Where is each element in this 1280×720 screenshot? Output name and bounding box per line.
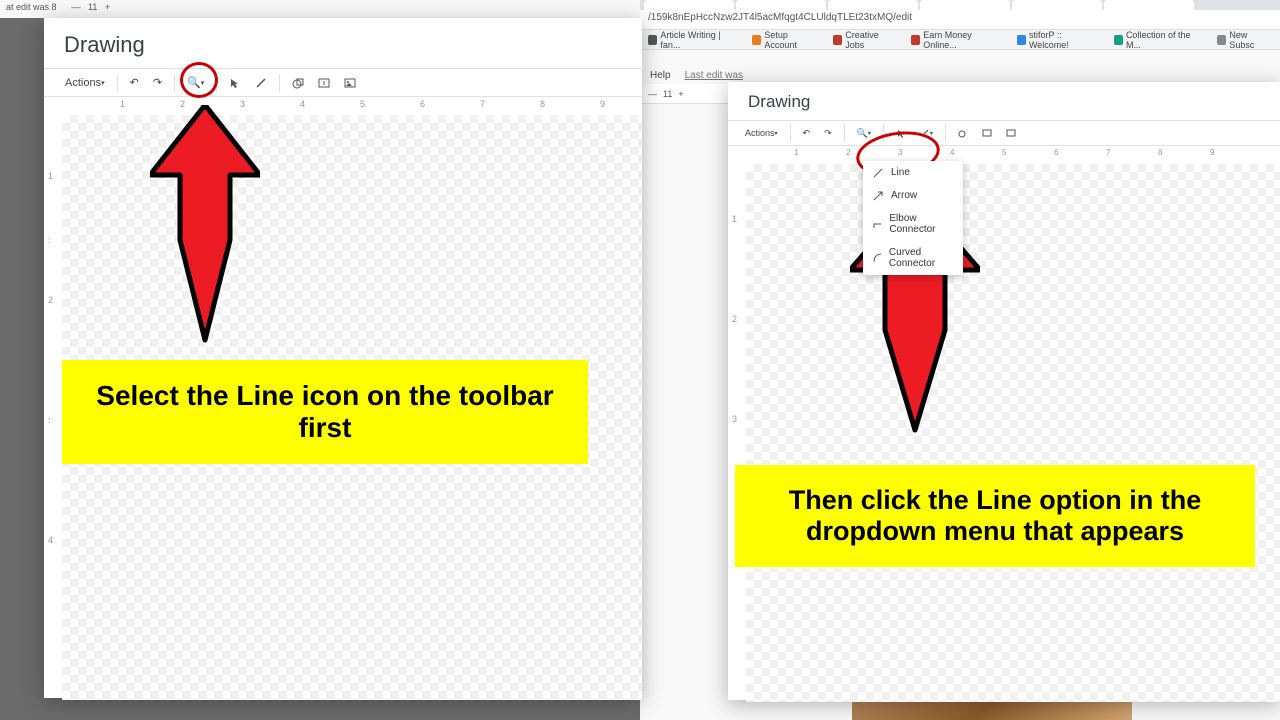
horizontal-ruler: 1 2 3 4 5 6 7 8 9 [62, 97, 642, 115]
last-edit-text: at edit was 8 [6, 2, 57, 12]
elbow-connector-option[interactable]: Elbow Connector [863, 207, 963, 241]
line-option[interactable]: Line [863, 161, 963, 184]
arrow-option[interactable]: Arrow [863, 184, 963, 207]
arrow-icon [873, 191, 883, 201]
instruction-callout: Then click the Line option in the dropdo… [735, 465, 1255, 567]
image-tool[interactable] [339, 74, 361, 92]
bookmark-item[interactable]: stiforP :: Welcome! [1017, 30, 1100, 50]
menu-label: Curved Connector [889, 247, 953, 269]
shape-tool[interactable] [287, 74, 309, 92]
tab-strip [640, 0, 1280, 10]
text-box-tool[interactable] [977, 125, 997, 141]
annotation-circle [180, 62, 218, 98]
undo-button[interactable]: ↶ [125, 73, 144, 92]
shape-tool[interactable] [953, 125, 973, 141]
actions-dropdown[interactable]: Actions ▾ [740, 125, 783, 141]
curved-connector-option[interactable]: Curved Connector [863, 241, 963, 275]
url-text: /159k8nEpHccNzw2JT4l5acMfqgt4CLUldqTLEt2… [648, 12, 912, 23]
line-icon [873, 168, 883, 178]
menu-label: Elbow Connector [889, 213, 953, 235]
drawing-toolbar: Actions ▾ ↶ ↷ 🔍▾ ▾ [728, 120, 1280, 146]
callout-text: Select the Line icon on the toolbar firs… [96, 380, 553, 443]
font-minus[interactable]: — [648, 89, 657, 99]
vertical-ruler: 1 2 3 [728, 164, 746, 702]
bookmark-item[interactable]: Creative Jobs [833, 30, 897, 50]
callout-text: Then click the Line option in the dropdo… [789, 485, 1202, 546]
actions-dropdown[interactable]: Actions ▾ [60, 74, 110, 92]
image-tool[interactable] [1001, 125, 1021, 141]
bg-docs-toolbar-left: at edit was 8 — 11 + [0, 0, 640, 18]
horizontal-ruler: 1 2 3 4 5 6 7 8 9 [746, 146, 1280, 164]
bookmark-bar: Article Writing | fan... Setup Account C… [640, 30, 1280, 50]
bookmark-item[interactable]: Earn Money Online... [911, 30, 1003, 50]
drawing-title: Drawing [728, 82, 1280, 120]
last-edit-link[interactable]: Last edit was [685, 70, 743, 81]
line-tool[interactable] [250, 74, 272, 92]
elbow-icon [873, 219, 881, 229]
line-dropdown-menu: Line Arrow Elbow Connector Curved Connec… [863, 161, 963, 275]
menu-label: Arrow [891, 190, 917, 201]
vertical-ruler: 1 : 2 : 4 [44, 115, 62, 700]
bookmark-item[interactable]: Setup Account [752, 30, 819, 50]
annotation-arrow [150, 105, 260, 345]
help-menu[interactable]: Help [650, 70, 671, 81]
address-bar[interactable]: /159k8nEpHccNzw2JT4l5acMfqgt4CLUldqTLEt2… [640, 10, 1280, 30]
font-plus[interactable]: + [678, 89, 683, 99]
drawing-canvas[interactable]: 1 2 3 Line Arrow Elbow Connector Curved … [746, 164, 1280, 702]
undo-button[interactable]: ↶ [798, 125, 816, 142]
instruction-callout: Select the Line icon on the toolbar firs… [62, 360, 588, 464]
drawing-toolbar: Actions ▾ ↶ ↷ 🔍 ▾ [44, 68, 642, 97]
bookmark-item[interactable]: Article Writing | fan... [648, 30, 738, 50]
redo-button[interactable]: ↷ [148, 73, 167, 92]
font-size[interactable]: 11 [663, 89, 672, 99]
bookmark-item[interactable]: New Subsc [1217, 30, 1272, 50]
drawing-modal-left: Drawing Actions ▾ ↶ ↷ 🔍 ▾ 1 2 3 4 5 6 7 … [44, 18, 642, 698]
curved-icon [873, 253, 881, 263]
text-box-tool[interactable] [313, 74, 335, 92]
redo-button[interactable]: ↷ [819, 125, 837, 142]
drawing-modal-right: Drawing Actions ▾ ↶ ↷ 🔍▾ ▾ 1 2 3 4 5 6 7… [728, 82, 1280, 700]
menu-label: Line [891, 167, 910, 178]
bookmark-item[interactable]: Collection of the M... [1114, 30, 1203, 50]
select-tool[interactable] [224, 74, 246, 92]
drawing-title: Drawing [44, 18, 642, 68]
